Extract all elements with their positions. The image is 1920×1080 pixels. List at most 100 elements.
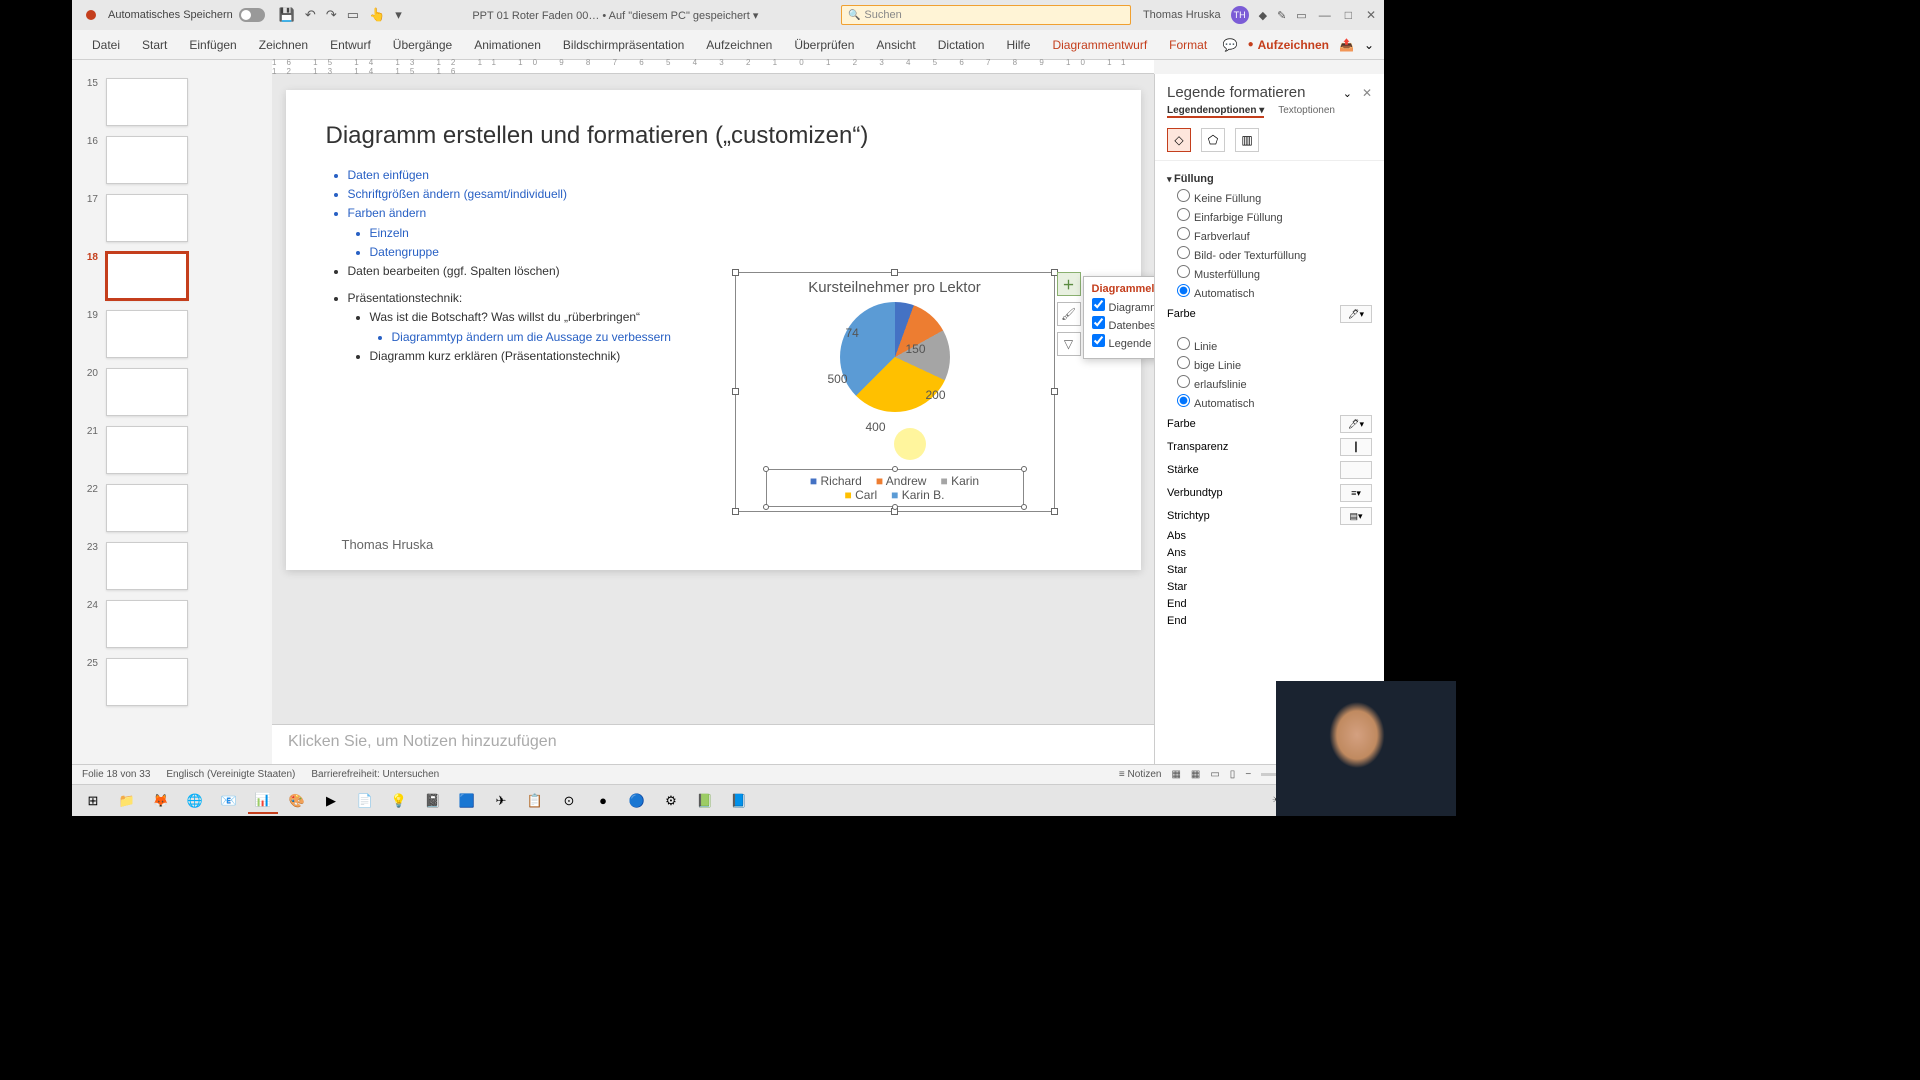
resize-handle[interactable] [732, 269, 739, 276]
tab-textoptionen[interactable]: Textoptionen [1278, 105, 1335, 118]
thumb-23[interactable]: 23 [82, 542, 262, 590]
window-icon[interactable]: ▭ [1296, 9, 1306, 22]
tab-zeichnen[interactable]: Zeichnen [249, 32, 318, 58]
chart-styles-button[interactable]: 🖌 [1057, 302, 1081, 326]
legend-item[interactable]: Karin [940, 474, 979, 488]
pane-expand-icon[interactable]: ⌄ [1343, 88, 1352, 100]
redo-icon[interactable]: ↷ [326, 7, 337, 23]
view-slideshow-icon[interactable]: ▯ [1230, 769, 1236, 780]
slide-footer[interactable]: Thomas Hruska [342, 537, 434, 552]
thumb-16[interactable]: 16 [82, 136, 262, 184]
chart-elements-button[interactable]: ＋ [1057, 272, 1081, 296]
legend-item[interactable]: Richard [810, 474, 862, 488]
tab-bildschirm[interactable]: Bildschirmpräsentation [553, 32, 694, 58]
start-from-beginning-icon[interactable]: ▭ [347, 7, 359, 23]
diamond-icon[interactable]: ◆ [1259, 9, 1267, 22]
toggle-switch[interactable] [239, 8, 265, 22]
tab-format[interactable]: Format [1159, 32, 1217, 58]
accessibility-status[interactable]: Barrierefreiheit: Untersuchen [311, 769, 439, 780]
ribbon-chevron-icon[interactable]: ⌄ [1364, 38, 1374, 52]
tab-dictation[interactable]: Dictation [928, 32, 995, 58]
thumb-24[interactable]: 24 [82, 600, 262, 648]
radio-linie-auto[interactable]: Automatisch [1177, 394, 1372, 410]
resize-handle[interactable] [1021, 504, 1027, 510]
resize-handle[interactable] [892, 504, 898, 510]
slide-counter[interactable]: Folie 18 von 33 [82, 769, 150, 780]
notes-toggle[interactable]: ≡ Notizen [1119, 769, 1162, 780]
resize-handle[interactable] [732, 508, 739, 515]
pane-close-icon[interactable]: ✕ [1362, 86, 1372, 100]
tab-datei[interactable]: Datei [82, 32, 130, 58]
settings-icon[interactable]: ⚙ [656, 788, 686, 814]
app-icon[interactable]: 🟦 [452, 788, 482, 814]
zoom-out-icon[interactable]: − [1245, 769, 1251, 780]
resize-handle[interactable] [891, 269, 898, 276]
section-fuellung[interactable]: Füllung [1167, 173, 1372, 185]
legend-item[interactable]: Carl [845, 488, 878, 502]
check-diagrammtitel[interactable]: Diagrammtitel [1092, 298, 1155, 314]
tab-ansicht[interactable]: Ansicht [866, 32, 925, 58]
powerpoint-icon[interactable]: 📊 [248, 788, 278, 814]
save-icon[interactable]: 💾 [279, 7, 295, 23]
user-avatar[interactable]: TH [1231, 6, 1249, 24]
app-icon[interactable]: 📋 [520, 788, 550, 814]
chart-legend[interactable]: Richard Andrew Karin Carl Karin B. [766, 469, 1024, 507]
maximize-icon[interactable]: □ [1345, 8, 1352, 22]
resize-handle[interactable] [763, 466, 769, 472]
search-input[interactable]: Suchen [841, 5, 1131, 25]
app-icon[interactable]: 📄 [350, 788, 380, 814]
radio-farbverlauf[interactable]: Farbverlauf [1177, 227, 1372, 243]
thumb-21[interactable]: 21 [82, 426, 262, 474]
app-icon[interactable]: ● [588, 788, 618, 814]
share-icon[interactable]: 📤 [1339, 38, 1354, 52]
data-label[interactable]: 500 [828, 372, 848, 386]
width-input[interactable] [1340, 461, 1372, 479]
thumb-22[interactable]: 22 [82, 484, 262, 532]
thumb-17[interactable]: 17 [82, 194, 262, 242]
transp-input[interactable]: ┃ [1340, 438, 1372, 456]
check-datenbeschriftungen[interactable]: Datenbeschriftungen [1092, 316, 1155, 332]
excel-icon[interactable]: 📗 [690, 788, 720, 814]
notes-pane[interactable]: Klicken Sie, um Notizen hinzuzufügen [272, 724, 1154, 764]
chart-title[interactable]: Kursteilnehmer pro Lektor [736, 279, 1054, 296]
radio-auto[interactable]: Automatisch [1177, 284, 1372, 300]
vlc-icon[interactable]: ▶ [316, 788, 346, 814]
thumb-25[interactable]: 25 [82, 658, 262, 706]
slide-thumbnails-panel[interactable]: 15 16 17 18 19 20 21 22 23 24 25 [72, 74, 272, 764]
thumb-15[interactable]: 15 [82, 78, 262, 126]
legend-item[interactable]: Karin B. [891, 488, 944, 502]
radio-bild[interactable]: Bild- oder Texturfüllung [1177, 246, 1372, 262]
view-reading-icon[interactable]: ▭ [1210, 769, 1219, 780]
start-button[interactable]: ⊞ [78, 788, 108, 814]
app-icon[interactable]: 🎨 [282, 788, 312, 814]
comments-icon[interactable]: 💬 [1223, 38, 1238, 52]
document-title[interactable]: PPT 01 Roter Faden 00… • Auf "diesem PC"… [402, 9, 829, 22]
user-name[interactable]: Thomas Hruska [1143, 9, 1221, 21]
chart-object[interactable]: Kursteilnehmer pro Lektor 74 150 200 400… [735, 272, 1055, 512]
effects-icon[interactable]: ⬠ [1201, 128, 1225, 152]
app-icon[interactable]: 🔵 [622, 788, 652, 814]
tab-diagrammentwurf[interactable]: Diagrammentwurf [1042, 32, 1157, 58]
record-button[interactable]: Aufzeichnen [1248, 38, 1329, 52]
check-legende[interactable]: Legende [1092, 334, 1155, 350]
resize-handle[interactable] [892, 466, 898, 472]
radio-erlaufslinie[interactable]: erlaufslinie [1177, 375, 1372, 391]
tab-aufzeichnen[interactable]: Aufzeichnen [696, 32, 782, 58]
onenote-icon[interactable]: 📓 [418, 788, 448, 814]
language-status[interactable]: Englisch (Vereinigte Staaten) [166, 769, 295, 780]
slide-canvas[interactable]: Diagramm erstellen und formatieren („cus… [286, 90, 1141, 570]
firefox-icon[interactable]: 🦊 [146, 788, 176, 814]
pen-icon[interactable]: ✎ [1277, 9, 1286, 22]
chrome-icon[interactable]: 🌐 [180, 788, 210, 814]
radio-linie[interactable]: Linie [1177, 337, 1372, 353]
thumb-20[interactable]: 20 [82, 368, 262, 416]
thumb-18[interactable]: 18 [82, 252, 262, 300]
color-picker2[interactable]: 🖊▾ [1340, 415, 1372, 433]
tab-uebergaenge[interactable]: Übergänge [383, 32, 462, 58]
autosave-toggle[interactable]: Automatisches Speichern [108, 8, 265, 22]
tab-ueberpruefen[interactable]: Überprüfen [784, 32, 864, 58]
radio-keine[interactable]: Keine Füllung [1177, 189, 1372, 205]
app-icon[interactable]: 📘 [724, 788, 754, 814]
resize-handle[interactable] [763, 504, 769, 510]
radio-einfarbig[interactable]: Einfarbige Füllung [1177, 208, 1372, 224]
